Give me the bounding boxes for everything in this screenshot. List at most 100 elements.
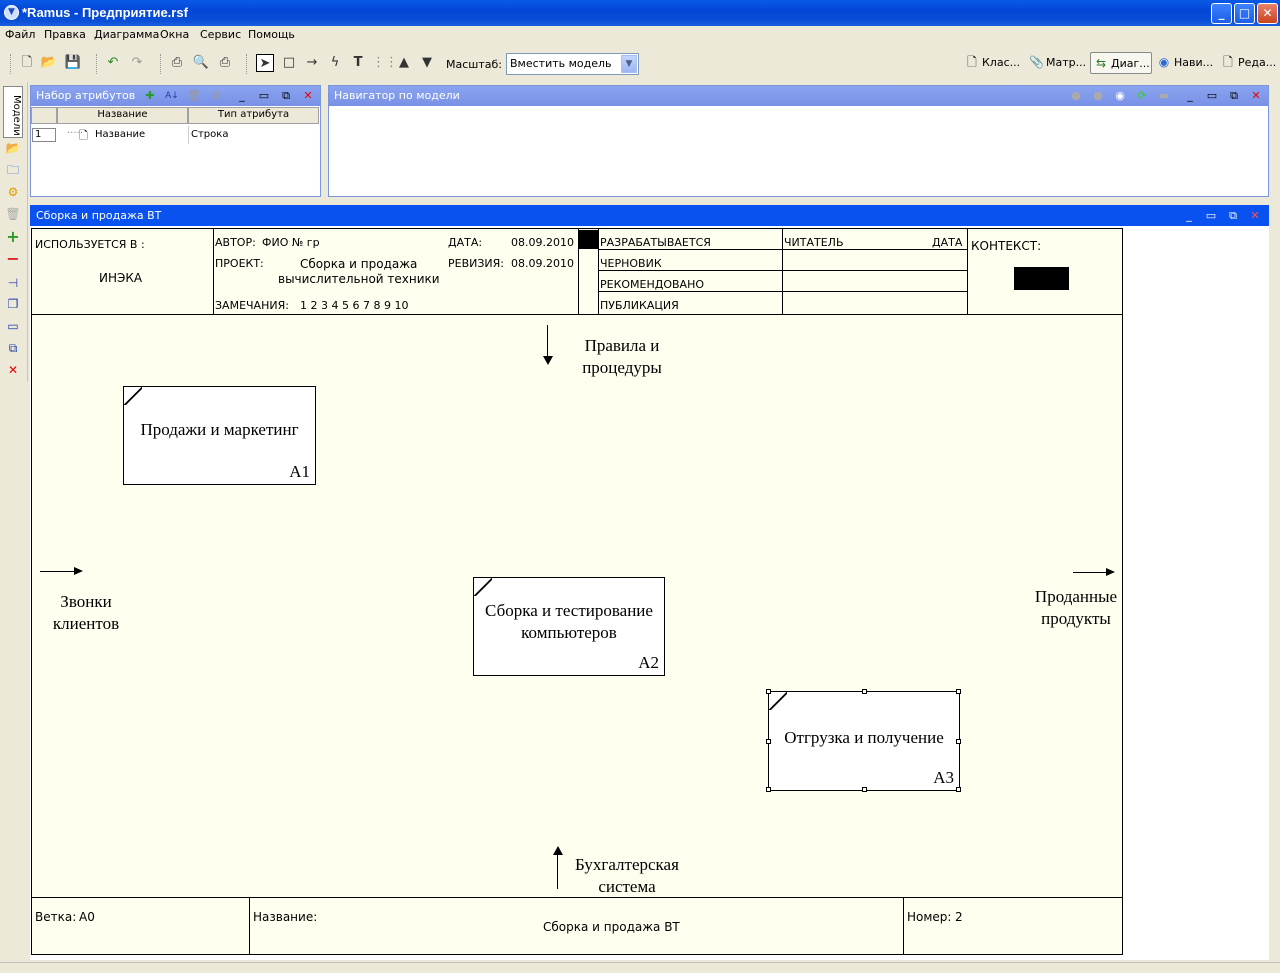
refresh-icon[interactable]: ⟳ xyxy=(1135,89,1149,103)
close-panel-icon[interactable]: ✕ xyxy=(1249,89,1263,103)
resize-handle[interactable] xyxy=(766,787,771,792)
mechanism-arrow-label[interactable]: Бухгалтерская система xyxy=(562,854,692,898)
resize-handle[interactable] xyxy=(956,787,961,792)
gear-icon[interactable]: ⚙ xyxy=(5,184,21,200)
activity-number: A1 xyxy=(289,462,310,481)
menu-windows[interactable]: Окна xyxy=(160,28,189,41)
mechanism-arrow-line[interactable] xyxy=(557,853,558,889)
save-icon[interactable]: 💾 xyxy=(64,54,82,72)
resize-handle[interactable] xyxy=(766,739,771,744)
resize-handle[interactable] xyxy=(956,689,961,694)
maximize-panel-icon[interactable]: ▭ xyxy=(257,89,271,103)
revision-value: 08.09.2010 xyxy=(511,257,574,270)
folder-icon[interactable]: 🗀 xyxy=(5,162,21,178)
zoom-select[interactable]: Вместить модель ▼ xyxy=(506,53,639,75)
minimize-button[interactable]: _ xyxy=(1211,3,1232,24)
cascade-icon[interactable]: ❐ xyxy=(5,296,21,312)
pointer-tool-icon[interactable]: ➤ xyxy=(256,54,274,72)
arrow-tool-icon[interactable]: → xyxy=(303,54,321,72)
attribute-name-cell[interactable]: Название xyxy=(95,129,145,140)
tab-navigator[interactable]: ◉ Нави... xyxy=(1154,52,1215,74)
print-icon[interactable]: ⎙ xyxy=(168,54,186,72)
restore-diagram-icon[interactable]: ⧉ xyxy=(1226,209,1240,223)
menu-service[interactable]: Сервис xyxy=(200,28,241,41)
tab-matrix[interactable]: 📎 Матр... xyxy=(1026,52,1088,74)
row-number[interactable]: 1 xyxy=(32,128,56,142)
activity-box-a3[interactable]: Отгрузка и получение A3 xyxy=(768,691,960,791)
window-icon[interactable]: ▭ xyxy=(5,318,21,334)
window-title: *Ramus - Предприятие.rsf xyxy=(22,5,188,20)
chevron-down-icon[interactable]: ▼ xyxy=(621,55,637,73)
box-tool-icon[interactable]: □ xyxy=(280,54,298,72)
status-bar xyxy=(0,962,1280,973)
restore-icon[interactable]: ⧉ xyxy=(5,340,21,356)
input-arrow-line[interactable] xyxy=(40,571,76,572)
pin-icon[interactable]: ⊣ xyxy=(5,275,21,291)
output-arrow-line[interactable] xyxy=(1073,572,1108,573)
activity-box-a2[interactable]: Сборка и тестирование компьютеров A2 xyxy=(473,577,665,676)
resize-handle[interactable] xyxy=(766,689,771,694)
output-arrow-label[interactable]: Проданные продукты xyxy=(1020,586,1132,630)
add-icon[interactable]: + xyxy=(5,229,21,245)
delete-attribute-icon[interactable]: 🗑 xyxy=(187,89,201,103)
undo-icon[interactable]: ↶ xyxy=(104,54,122,72)
minimize-panel-icon[interactable]: _ xyxy=(235,89,249,103)
activity-box-a1[interactable]: Продажи и маркетинг A1 xyxy=(123,386,316,485)
options-icon[interactable]: ▬ xyxy=(1157,89,1171,103)
minimize-diagram-icon[interactable]: _ xyxy=(1182,209,1196,223)
add-attribute-icon[interactable]: ✚ xyxy=(143,89,157,103)
close-icon[interactable]: ✕ xyxy=(5,362,21,378)
column-header-type[interactable]: Тип атрибута xyxy=(188,107,319,124)
close-diagram-icon[interactable]: ✕ xyxy=(1248,209,1262,223)
tab-editor[interactable]: 🗋 Реда... xyxy=(1218,52,1278,74)
menu-edit[interactable]: Правка xyxy=(44,28,86,41)
open-model-icon[interactable]: 📂 xyxy=(5,140,21,156)
menu-diagram[interactable]: Диаграмма xyxy=(94,28,159,41)
printer-setup-icon[interactable]: ⎙ xyxy=(216,54,234,72)
models-vertical-tab[interactable]: Модели xyxy=(3,86,23,138)
title-bar[interactable]: ▼ *Ramus - Предприятие.rsf _ □ ✕ xyxy=(0,0,1280,26)
text-tool-icon[interactable]: T xyxy=(349,54,367,72)
sort-icon[interactable]: A↓ xyxy=(165,89,179,103)
resize-handle[interactable] xyxy=(862,689,867,694)
resize-handle[interactable] xyxy=(956,739,961,744)
control-arrow-label[interactable]: Правила и процедуры xyxy=(562,335,682,379)
maximize-panel-icon[interactable]: ▭ xyxy=(1205,89,1219,103)
menu-file[interactable]: Файл xyxy=(5,28,35,41)
go-parent-icon[interactable]: ▲ xyxy=(395,54,413,72)
remove-icon[interactable]: − xyxy=(5,251,21,267)
go-child-icon[interactable]: ▼ xyxy=(418,54,436,72)
app-icon[interactable]: ▼ xyxy=(4,5,19,20)
redo-icon[interactable]: ↷ xyxy=(128,54,146,72)
control-arrow-line[interactable] xyxy=(547,325,548,359)
print-preview-icon[interactable]: 🔍 xyxy=(192,54,210,72)
close-button[interactable]: ✕ xyxy=(1257,3,1278,24)
toolbar-separator xyxy=(160,54,162,74)
open-folder-icon[interactable]: 📂 xyxy=(40,54,58,72)
attribute-type-cell[interactable]: Строка xyxy=(191,129,228,140)
idef0-diagram-canvas[interactable]: ИСПОЛЬЗУЕТСЯ В : ИНЭКА АВТОР: ФИО № гр П… xyxy=(31,228,1123,955)
author-label: АВТОР: xyxy=(215,236,256,249)
header-divider xyxy=(598,229,599,314)
trash-icon[interactable]: 🗑 xyxy=(5,206,21,222)
squiggle-tool-icon[interactable]: ϟ xyxy=(326,54,344,72)
restore-panel-icon[interactable]: ⧉ xyxy=(1227,89,1241,103)
restore-panel-icon[interactable]: ⧉ xyxy=(279,89,293,103)
menu-help[interactable]: Помощь xyxy=(248,28,295,41)
minimize-panel-icon[interactable]: _ xyxy=(1183,89,1197,103)
close-panel-icon[interactable]: ✕ xyxy=(301,89,315,103)
back-icon[interactable]: ● xyxy=(1069,89,1083,103)
resize-handle[interactable] xyxy=(862,787,867,792)
tab-diagram[interactable]: ⇆ Диаг... xyxy=(1090,52,1152,74)
globe-icon[interactable]: ◉ xyxy=(1113,89,1127,103)
new-file-icon[interactable]: 🗋 xyxy=(18,54,36,72)
grid-tool-icon[interactable]: ⋮⋮ xyxy=(372,54,398,72)
column-header-name[interactable]: Название xyxy=(57,107,188,124)
maximize-button[interactable]: □ xyxy=(1234,3,1255,24)
forward-icon[interactable]: ● xyxy=(1091,89,1105,103)
maximize-diagram-icon[interactable]: ▭ xyxy=(1204,209,1218,223)
input-arrow-label[interactable]: Звонки клиентов xyxy=(36,591,136,635)
tab-classifiers[interactable]: 🗋 Клас... xyxy=(962,52,1022,74)
context-thumbnail[interactable] xyxy=(1014,267,1069,290)
settings-icon[interactable]: ⚙ xyxy=(209,89,223,103)
